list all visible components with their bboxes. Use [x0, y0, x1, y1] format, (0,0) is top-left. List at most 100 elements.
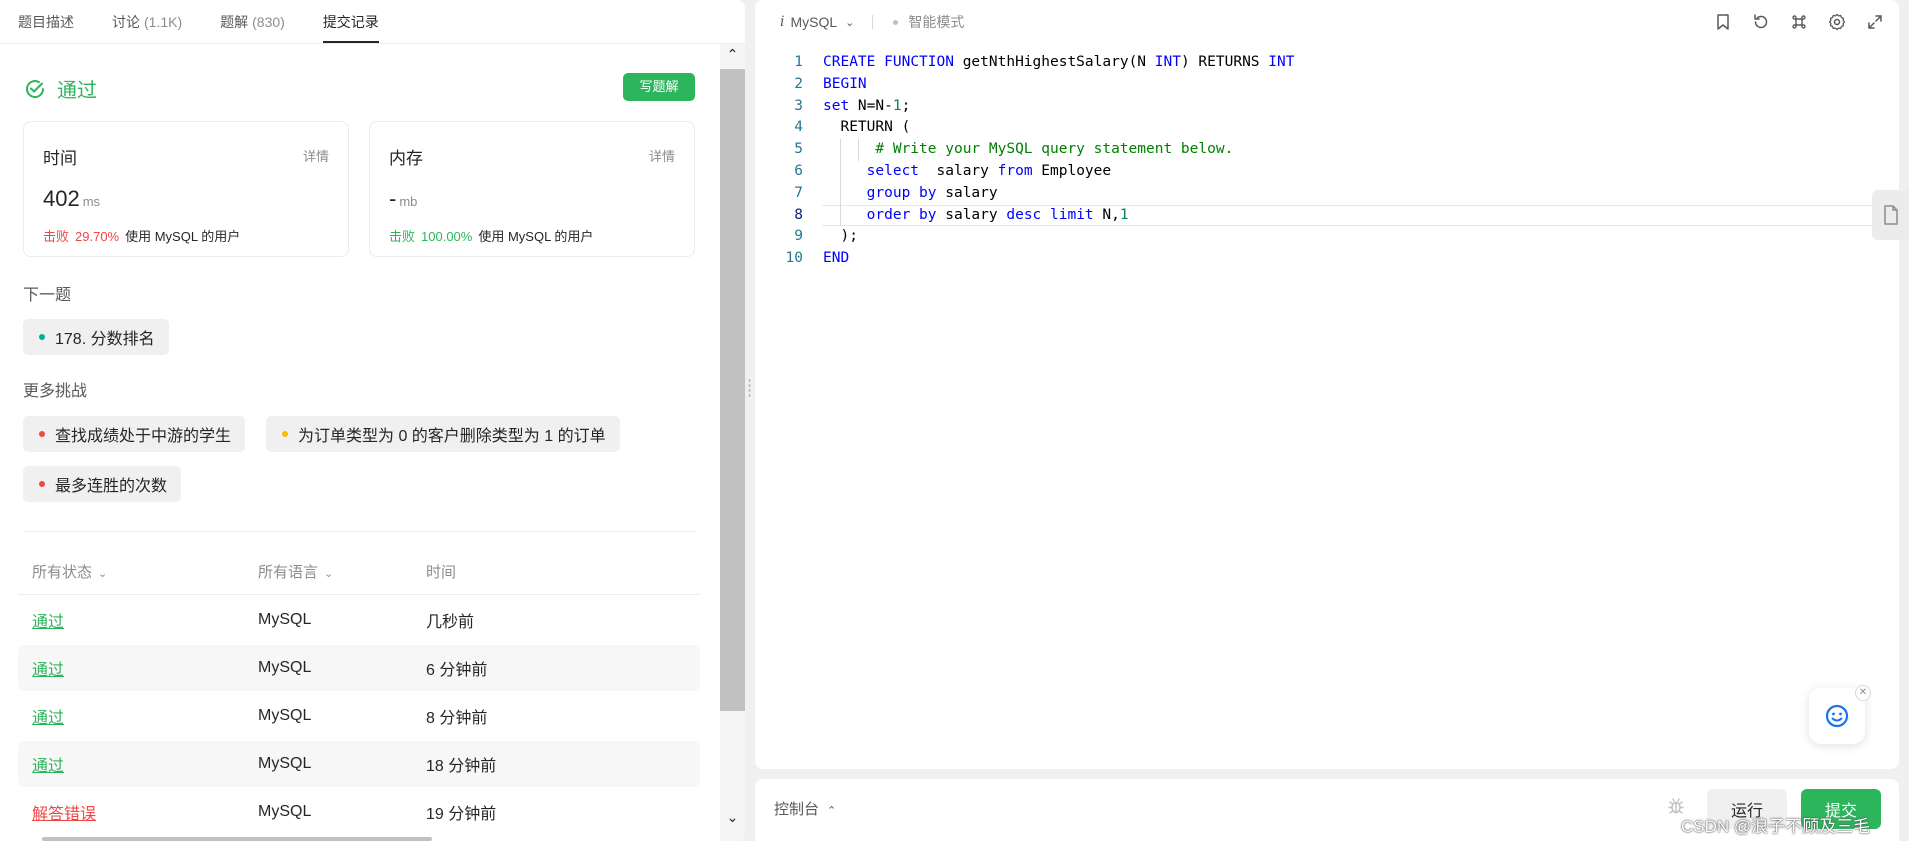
info-icon: i [780, 14, 785, 30]
chevron-up-icon: ⌃ [827, 805, 837, 817]
submission-language: MySQL [258, 755, 312, 772]
tab-description[interactable]: 题目描述 [18, 0, 74, 43]
code-line-current[interactable]: 8 order by salary desc limit N,1 [755, 204, 1899, 227]
toolbar-separator [872, 15, 874, 29]
submission-language: MySQL [258, 659, 312, 676]
submission-status-link[interactable]: 解答错误 [32, 806, 96, 823]
status-filter[interactable]: 所有状态 ⌄ [18, 561, 258, 582]
tab-discussion[interactable]: 讨论 (1.1K) [112, 0, 182, 43]
line-number: 5 [794, 141, 803, 158]
line-number: 2 [794, 75, 803, 92]
chat-smile-icon [1825, 704, 1849, 728]
submission-status-link[interactable]: 通过 [32, 710, 64, 727]
code-line[interactable]: 4 RETURN ( [755, 117, 1899, 139]
smart-mode-dot [893, 19, 899, 25]
tab-submissions[interactable]: 提交记录 [322, 0, 379, 43]
code-line[interactable]: 9 ); [755, 226, 1899, 248]
smart-mode-toggle[interactable]: 智能模式 [908, 12, 964, 32]
document-icon [1883, 205, 1898, 225]
reset-icon[interactable] [1751, 12, 1771, 32]
line-number: 3 [794, 97, 803, 114]
more-challenges-heading: 更多挑战 [23, 383, 88, 400]
code-line[interactable]: 1 CREATE FUNCTION getNthHighestSalary(N I… [755, 52, 1899, 74]
code-line[interactable]: 6 select salary from Employee [755, 160, 1899, 183]
language-select[interactable]: MySQL [790, 14, 837, 30]
code-line[interactable]: 5 # Write your MySQL query statement bel… [755, 139, 1899, 161]
challenge-chip[interactable]: 查找成绩处于中游的学生 [23, 416, 246, 452]
editor-toolbar: i MySQL ⌄ 智能模式 [755, 0, 1899, 44]
code-line[interactable]: 7 group by salary [755, 182, 1899, 205]
time-column-header: 时间 [426, 564, 457, 581]
scroll-up-icon[interactable]: ⌃ [720, 46, 745, 63]
tab-bar: 题目描述 讨论 (1.1K) 题解 (830) 提交记录 [0, 0, 745, 44]
command-icon[interactable] [1789, 12, 1809, 32]
memory-value: - mb [389, 186, 418, 211]
left-panel: 题目描述 讨论 (1.1K) 题解 (830) 提交记录 通过 写题解 时间 详情 … [0, 0, 745, 841]
watermark: CSDN @浪子不顾及三毛 [1681, 817, 1871, 836]
challenge-chip[interactable]: 最多连胜的次数 [23, 466, 182, 502]
tab-solutions[interactable]: 题解 (830) [220, 0, 285, 43]
table-row[interactable]: 通过 MySQL 8 分钟前 [18, 693, 700, 739]
submission-status-link[interactable]: 通过 [32, 662, 64, 679]
challenge-chip[interactable]: 为订单类型为 0 的客户删除类型为 1 的订单 [266, 416, 620, 452]
chevron-down-icon[interactable]: ⌄ [845, 16, 854, 29]
result-status: 通过 [57, 80, 97, 102]
submission-time: 8 分钟前 [426, 710, 488, 727]
runtime-detail-link[interactable]: 详情 [303, 146, 329, 165]
table-row[interactable]: 通过 MySQL 6 分钟前 [18, 645, 700, 691]
code-area[interactable]: 1 CREATE FUNCTION getNthHighestSalary(N I… [755, 52, 1899, 270]
table-row[interactable]: 通过 MySQL 几秒前 [18, 597, 700, 643]
memory-detail-link[interactable]: 详情 [649, 146, 675, 165]
divider [23, 531, 697, 532]
vertical-scrollbar[interactable]: ⌃ ⌄ [720, 44, 745, 841]
editor-actions [1695, 12, 1885, 32]
notes-side-tab[interactable] [1872, 190, 1909, 240]
submission-language: MySQL [258, 803, 312, 820]
table-row[interactable]: 通过 MySQL 18 分钟前 [18, 741, 700, 787]
code-line[interactable]: 2 BEGIN [755, 74, 1899, 96]
chevron-down-icon: ⌄ [98, 568, 108, 580]
gear-icon[interactable] [1827, 12, 1847, 32]
language-filter[interactable]: 所有语言 ⌄ [258, 561, 426, 582]
difficulty-dot [282, 431, 288, 437]
console-toggle[interactable]: 控制台 ⌃ [774, 798, 836, 819]
close-icon[interactable]: ✕ [1855, 685, 1871, 701]
bookmark-icon[interactable] [1713, 12, 1733, 32]
submission-time: 19 分钟前 [426, 806, 497, 823]
result-header: 通过 [23, 74, 97, 103]
runtime-card: 时间 详情 402 ms 击败 29.70% 使用 MySQL 的用户 [23, 121, 349, 257]
write-solution-button[interactable]: 写题解 [623, 73, 695, 101]
submission-time: 18 分钟前 [426, 758, 497, 775]
difficulty-dot [39, 431, 45, 437]
submission-status-link[interactable]: 通过 [32, 758, 64, 775]
check-circle-icon [26, 79, 45, 98]
line-number: 6 [794, 162, 803, 179]
line-number: 9 [794, 228, 803, 245]
submission-time: 几秒前 [426, 614, 475, 631]
drag-handle-icon [748, 378, 751, 398]
horizontal-scrollbar-thumb[interactable] [42, 837, 432, 841]
memory-beat: 击败 100.00% 使用 MySQL 的用户 [389, 229, 594, 244]
code-editor-panel: i MySQL ⌄ 智能模式 1 CREATE FUNCTION getNthHi… [755, 0, 1899, 769]
line-number: 7 [794, 184, 803, 201]
line-number: 1 [794, 54, 803, 70]
code-line[interactable]: 10 END [755, 248, 1899, 270]
code-line[interactable]: 3 set N=N-1; [755, 96, 1899, 118]
difficulty-dot [39, 334, 45, 340]
memory-title: 内存 [389, 149, 423, 168]
fullscreen-icon[interactable] [1865, 12, 1885, 32]
chevron-down-icon: ⌄ [324, 568, 334, 580]
line-number: 10 [785, 250, 803, 267]
table-row[interactable]: 解答错误 MySQL 19 分钟前 [18, 789, 700, 827]
submission-language: MySQL [258, 707, 312, 724]
next-question-chip[interactable]: 178. 分数排名 [23, 319, 169, 355]
line-number: 8 [794, 206, 803, 223]
submission-language: MySQL [258, 611, 312, 628]
scroll-down-icon[interactable]: ⌄ [720, 809, 745, 826]
submission-status-link[interactable]: 通过 [32, 614, 64, 631]
submission-detail: 通过 写题解 时间 详情 402 ms 击败 29.70% 使用 MySQL 的用户 … [0, 44, 720, 827]
scrollbar-thumb[interactable] [720, 69, 745, 711]
panel-resizer[interactable] [745, 0, 755, 841]
table-header: 所有状态 ⌄ 所有语言 ⌄ 时间 [18, 549, 700, 595]
memory-card: 内存 详情 - mb 击败 100.00% 使用 MySQL 的用户 [369, 121, 695, 257]
